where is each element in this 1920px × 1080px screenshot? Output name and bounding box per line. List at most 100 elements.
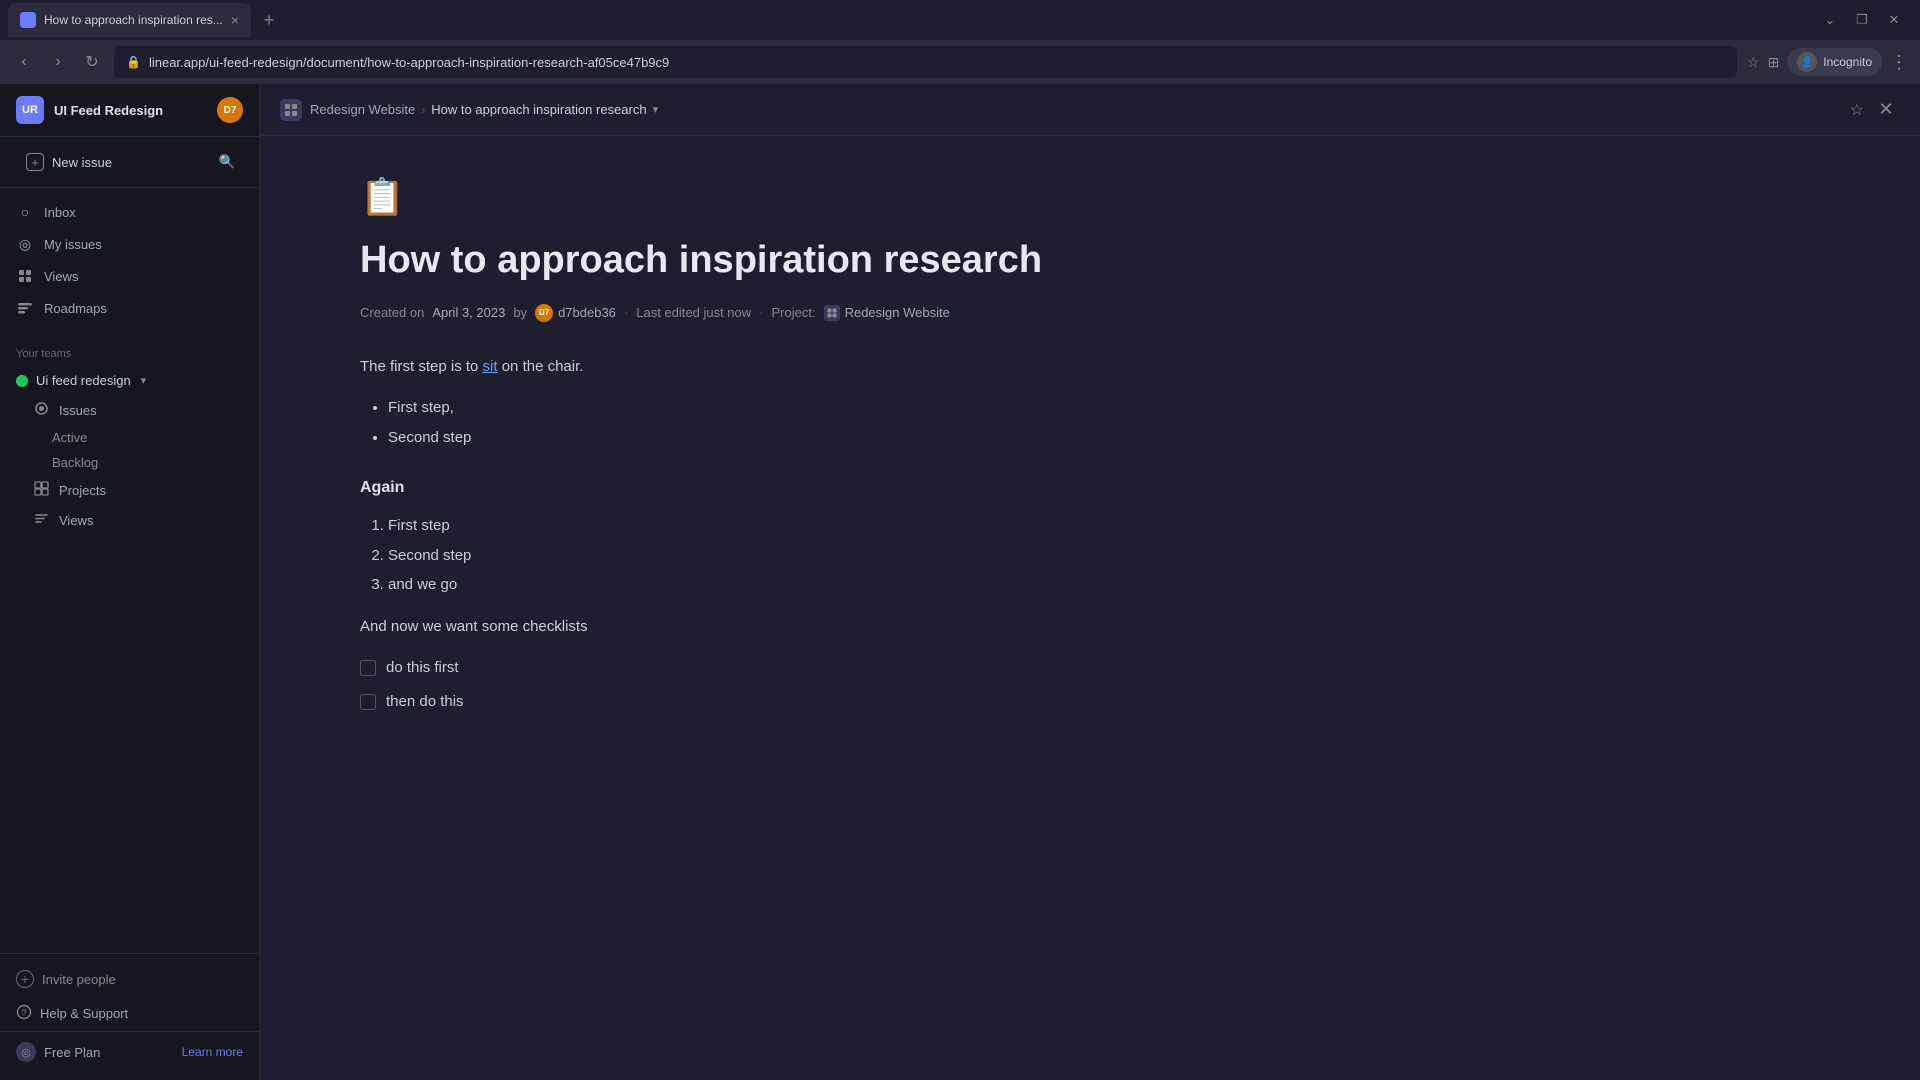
team-item-issues[interactable]: Issues xyxy=(0,395,259,425)
list-item: Second step xyxy=(388,425,1100,451)
sidebar-bottom: + Invite people ? Help & Support ◎ Free … xyxy=(0,953,259,1080)
new-issue-button[interactable]: + New issue xyxy=(16,145,203,179)
edited-text: Last edited just now xyxy=(636,305,751,320)
issues-label: Issues xyxy=(59,403,97,418)
created-date: April 3, 2023 xyxy=(432,305,505,320)
checklist-label-1: do this first xyxy=(386,655,459,681)
author-avatar: D7 xyxy=(535,304,553,322)
doc-header: Redesign Website › How to approach inspi… xyxy=(260,84,1920,136)
issues-icon xyxy=(34,401,49,419)
team-sub-item-backlog[interactable]: Backlog xyxy=(0,450,259,475)
team-item-views[interactable]: Views xyxy=(0,505,259,535)
team-dot xyxy=(16,375,28,387)
project-name: Redesign Website xyxy=(845,305,950,320)
browser-more-button[interactable]: ⋮ xyxy=(1890,52,1908,73)
incognito-label: Incognito xyxy=(1823,55,1872,69)
team-header[interactable]: Ui feed redesign ▾ xyxy=(0,366,259,395)
help-icon: ? xyxy=(16,1004,32,1023)
my-issues-label: My issues xyxy=(44,237,102,252)
doc-header-icon xyxy=(280,99,302,121)
breadcrumb-parent: Redesign Website xyxy=(310,102,415,117)
projects-icon xyxy=(34,481,49,499)
inbox-icon: ○ xyxy=(16,203,34,221)
team-views-label: Views xyxy=(59,513,93,528)
inbox-label: Inbox xyxy=(44,205,76,220)
author-name: d7bdeb36 xyxy=(558,305,616,320)
free-plan-label: Free Plan xyxy=(44,1045,174,1060)
views-label: Views xyxy=(44,269,78,284)
browser-chrome: How to approach inspiration res... × + ⌄… xyxy=(0,0,1920,84)
search-button[interactable]: 🔍 xyxy=(211,146,243,178)
separator-2: · xyxy=(759,305,763,320)
checklist-label-2: then do this xyxy=(386,689,464,715)
sidebar-item-roadmaps[interactable]: Roadmaps xyxy=(0,292,259,324)
svg-text:?: ? xyxy=(22,1008,27,1018)
back-button[interactable]: ‹ xyxy=(12,53,36,71)
close-button[interactable]: ✕ xyxy=(1884,10,1904,30)
tab-title: How to approach inspiration res... xyxy=(44,13,223,27)
bookmark-icon[interactable]: ☆ xyxy=(1747,54,1760,71)
workspace-name: UI Feed Redesign xyxy=(54,103,163,118)
sidebar-item-views[interactable]: Views xyxy=(0,260,259,292)
project-icon xyxy=(824,305,840,321)
bullet-list: First step, Second step xyxy=(388,395,1100,450)
minimize-button[interactable]: ⌄ xyxy=(1820,10,1840,30)
new-issue-icon: + xyxy=(26,153,44,171)
learn-more-link[interactable]: Learn more xyxy=(182,1045,243,1059)
invite-people-button[interactable]: + Invite people xyxy=(0,962,259,996)
free-plan-icon: ◎ xyxy=(16,1042,36,1062)
by-text: by xyxy=(513,305,527,320)
team-sub-item-active[interactable]: Active xyxy=(0,425,259,450)
tab-close-button[interactable]: × xyxy=(231,12,239,28)
checkbox-1[interactable] xyxy=(360,660,376,676)
window-controls: ⌄ ❐ ✕ xyxy=(1820,10,1912,30)
para1-link[interactable]: sit xyxy=(483,358,498,375)
address-bar[interactable]: 🔒 linear.app/ui-feed-redesign/document/h… xyxy=(114,46,1737,78)
list-item: Second step xyxy=(388,543,1100,569)
address-bar-row: ‹ › ↻ 🔒 linear.app/ui-feed-redesign/docu… xyxy=(0,40,1920,84)
checklist-item-2: then do this xyxy=(360,689,1100,715)
checklist-heading: And now we want some checklists xyxy=(360,614,1100,640)
maximize-button[interactable]: ❐ xyxy=(1852,10,1872,30)
doc-body: 📋 How to approach inspiration research C… xyxy=(260,136,1160,1080)
team-items: Issues Active Backlog Projects xyxy=(0,395,259,535)
incognito-avatar: 👤 xyxy=(1797,52,1817,72)
workspace-avatar: UR xyxy=(16,96,44,124)
refresh-button[interactable]: ↻ xyxy=(80,52,104,72)
sidebar-item-my-issues[interactable]: ◎ My issues xyxy=(0,228,259,260)
breadcrumb-chevron-icon[interactable]: ▾ xyxy=(653,103,659,116)
help-support-button[interactable]: ? Help & Support xyxy=(0,996,259,1031)
incognito-button[interactable]: 👤 Incognito xyxy=(1787,48,1882,76)
doc-star-button[interactable]: ☆ xyxy=(1850,100,1864,120)
heading-again: Again xyxy=(360,474,1100,501)
doc-title: How to approach inspiration research xyxy=(360,238,1100,284)
sidebar-item-inbox[interactable]: ○ Inbox xyxy=(0,196,259,228)
active-tab[interactable]: How to approach inspiration res... × xyxy=(8,3,251,37)
extensions-icon[interactable]: ⊞ xyxy=(1768,54,1780,71)
checklist-item-1: do this first xyxy=(360,655,1100,681)
team-name: Ui feed redesign xyxy=(36,373,131,388)
app-layout: UR UI Feed Redesign D7 + New issue 🔍 ○ I… xyxy=(0,84,1920,1080)
active-label: Active xyxy=(52,430,87,445)
backlog-label: Backlog xyxy=(52,455,98,470)
para1-post: on the chair. xyxy=(498,358,584,375)
sidebar-nav: ○ Inbox ◎ My issues Views xyxy=(0,188,259,332)
invite-plus-icon: + xyxy=(16,970,34,988)
breadcrumb-current: How to approach inspiration research xyxy=(431,102,646,117)
project-link[interactable]: Redesign Website xyxy=(824,305,950,321)
checkbox-2[interactable] xyxy=(360,694,376,710)
doc-close-button[interactable]: ✕ xyxy=(1872,96,1900,124)
free-plan-bar[interactable]: ◎ Free Plan Learn more xyxy=(0,1031,259,1072)
separator-1: · xyxy=(624,305,628,320)
roadmaps-icon xyxy=(16,299,34,317)
team-item-projects[interactable]: Projects xyxy=(0,475,259,505)
tab-favicon xyxy=(20,12,36,28)
ordered-list: First step Second step and we go xyxy=(388,513,1100,598)
doc-content: The first step is to sit on the chair. F… xyxy=(360,354,1100,715)
new-tab-button[interactable]: + xyxy=(255,6,283,34)
forward-button[interactable]: › xyxy=(46,53,70,71)
new-issue-label: New issue xyxy=(52,155,112,170)
user-avatar-button[interactable]: D7 xyxy=(217,97,243,123)
help-label: Help & Support xyxy=(40,1006,128,1021)
workspace-info: UR UI Feed Redesign xyxy=(16,96,163,124)
